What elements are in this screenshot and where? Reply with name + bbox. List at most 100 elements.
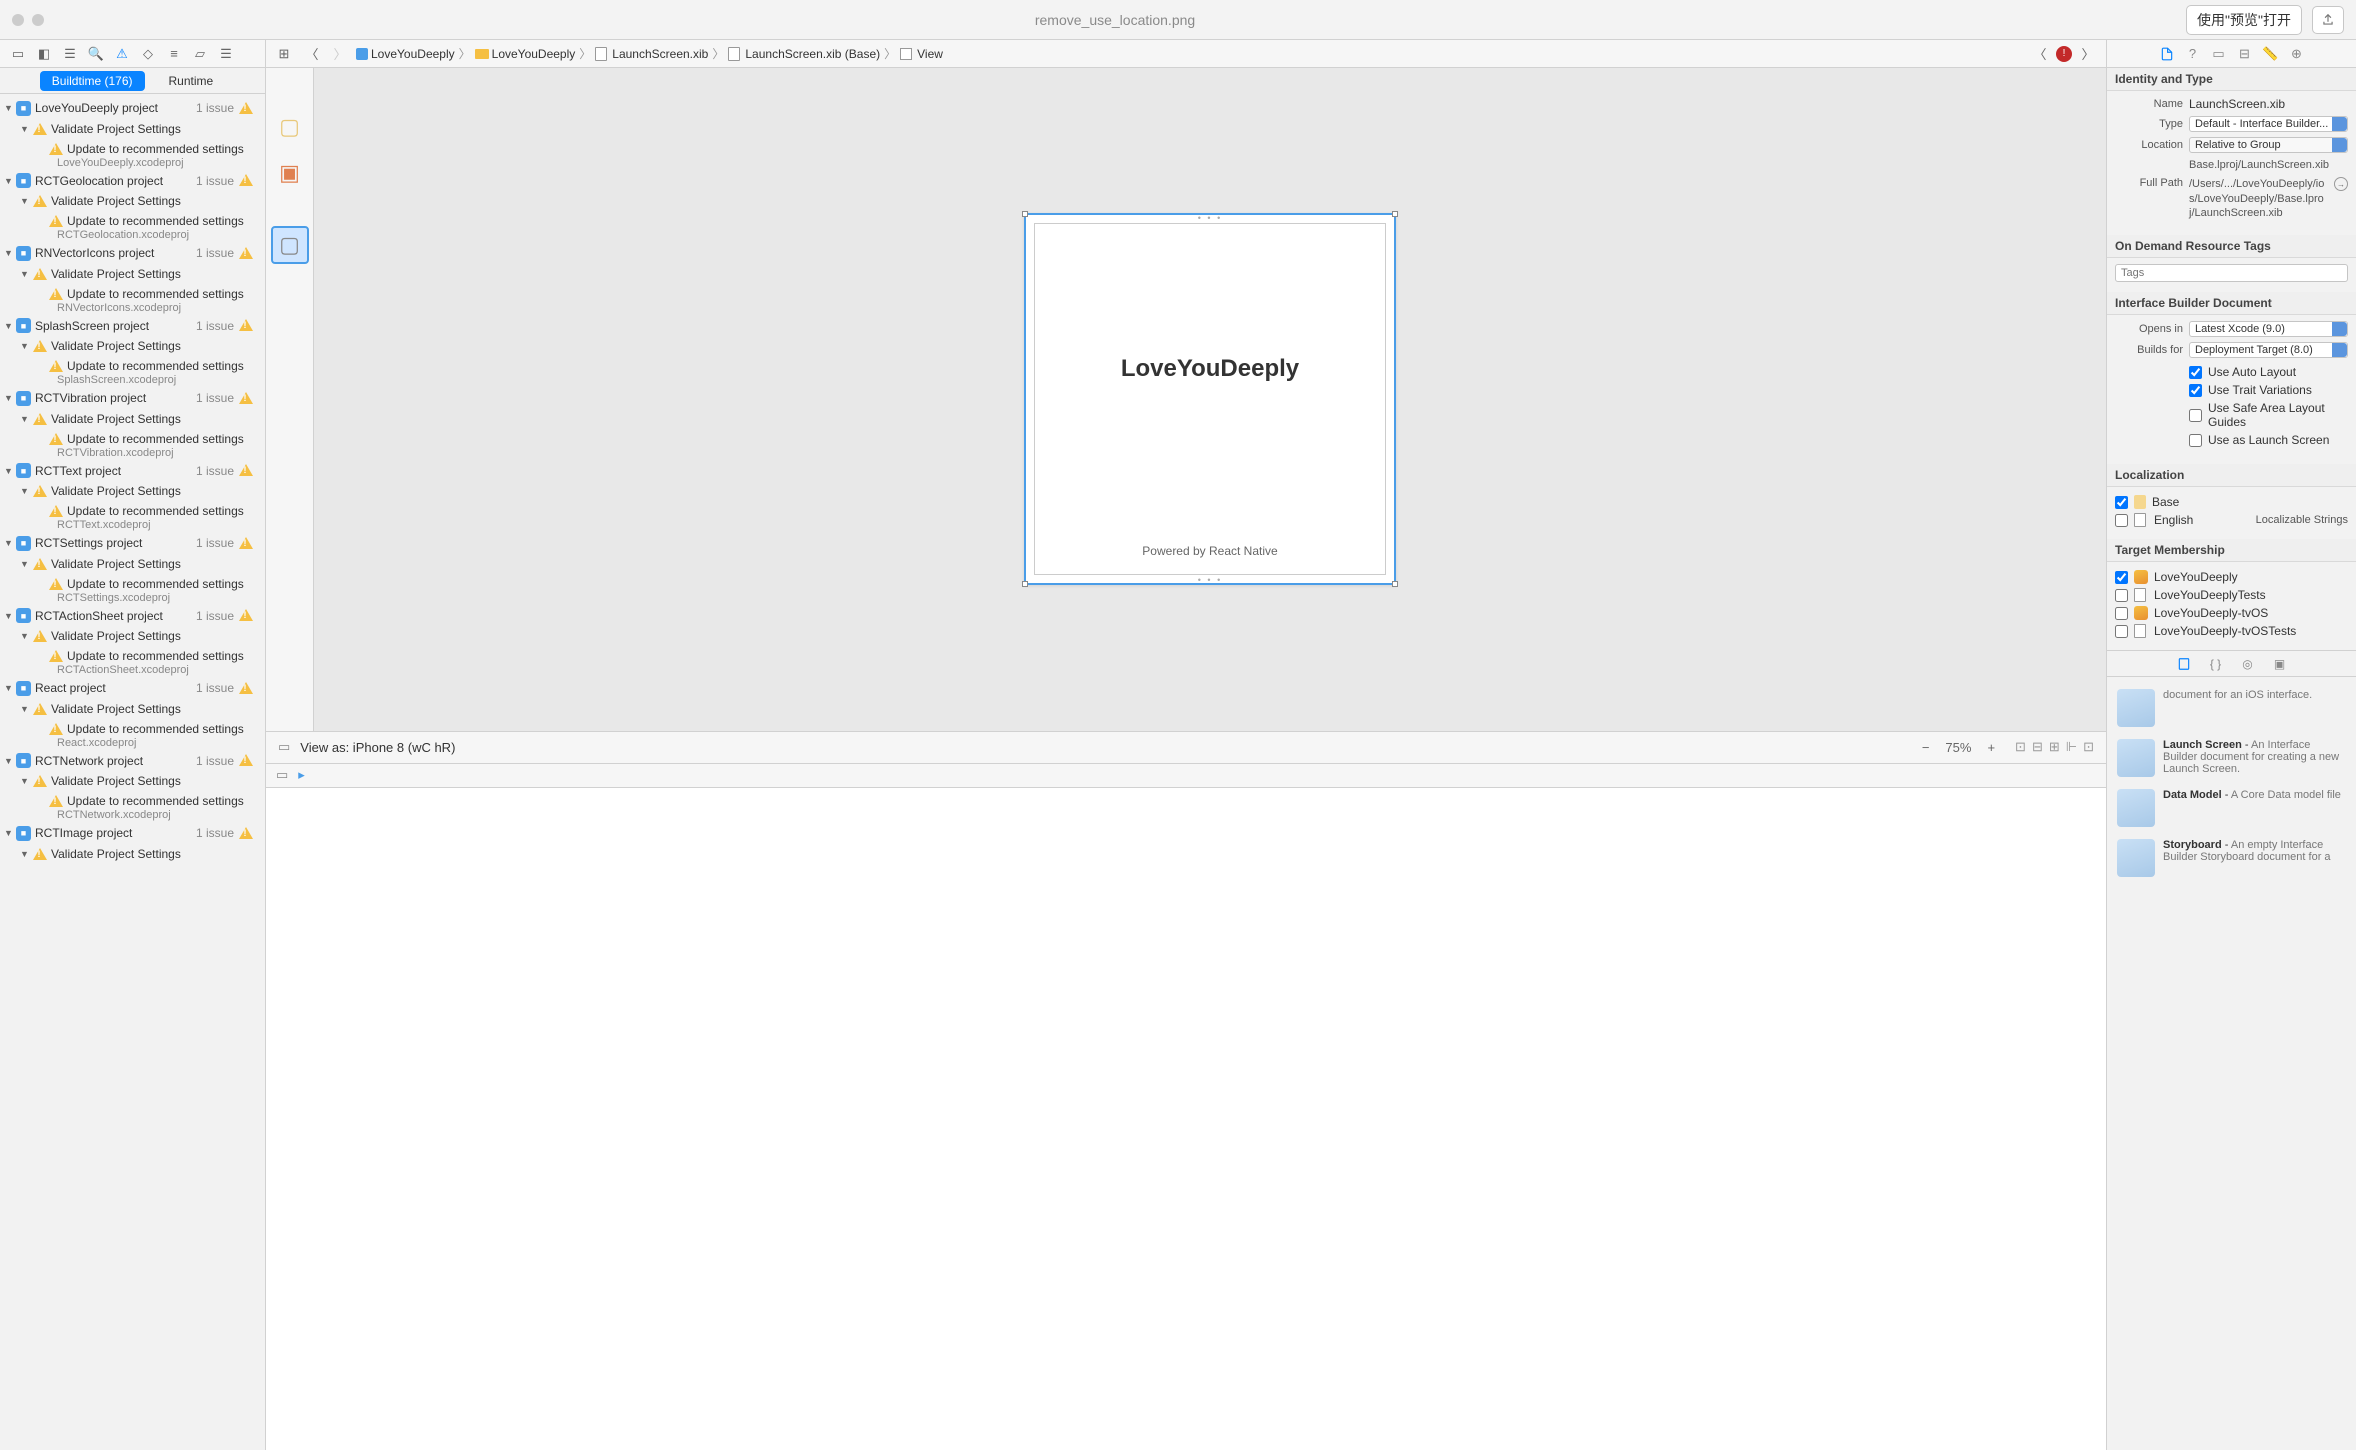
- issue-project[interactable]: ▼■RCTNetwork project1 issue: [0, 751, 265, 772]
- issue-item[interactable]: Update to recommended settings: [0, 574, 265, 594]
- project-navigator-icon[interactable]: ▭: [6, 44, 30, 64]
- symbol-navigator-icon[interactable]: ☰: [58, 44, 82, 64]
- issue-group[interactable]: ▼Validate Project Settings: [0, 264, 265, 284]
- issue-group[interactable]: ▼Validate Project Settings: [0, 336, 265, 356]
- breakpoint-navigator-icon[interactable]: ▱: [188, 44, 212, 64]
- report-navigator-icon[interactable]: ☰: [214, 44, 238, 64]
- zoom-in-button[interactable]: +: [1987, 740, 1995, 755]
- issue-project[interactable]: ▼■React project1 issue: [0, 678, 265, 699]
- library-item[interactable]: document for an iOS interface.: [2113, 683, 2350, 733]
- next-issue-button[interactable]: 〉: [2076, 44, 2100, 64]
- back-button[interactable]: 〈: [300, 44, 324, 64]
- zoom-out-button[interactable]: −: [1922, 740, 1930, 755]
- name-field[interactable]: LaunchScreen.xib: [2189, 97, 2348, 111]
- target-row[interactable]: LoveYouDeeply-tvOS: [2115, 604, 2348, 622]
- issue-item[interactable]: Update to recommended settings: [0, 646, 265, 666]
- jump-bar[interactable]: LoveYouDeeply 〉 LoveYouDeeply 〉 LaunchSc…: [356, 45, 2024, 62]
- outline-file-owner-icon[interactable]: ▣: [271, 154, 309, 192]
- opens-in-select[interactable]: Latest Xcode (9.0): [2189, 321, 2348, 337]
- library-item[interactable]: Data Model - A Core Data model file: [2113, 783, 2350, 833]
- tags-input[interactable]: [2115, 264, 2348, 282]
- library-item[interactable]: Launch Screen - An Interface Builder doc…: [2113, 733, 2350, 783]
- outline-view-icon[interactable]: ▢: [271, 226, 309, 264]
- file-template-library-icon[interactable]: [2175, 655, 2193, 673]
- issue-group[interactable]: ▼Validate Project Settings: [0, 409, 265, 429]
- error-count-badge[interactable]: !: [2056, 46, 2072, 62]
- issue-item[interactable]: Update to recommended settings: [0, 139, 265, 159]
- builds-for-select[interactable]: Deployment Target (8.0): [2189, 342, 2348, 358]
- loc-type-select[interactable]: Localizable Strings: [2256, 514, 2348, 526]
- issue-item[interactable]: Update to recommended settings: [0, 429, 265, 449]
- object-library-icon[interactable]: ◎: [2239, 655, 2257, 673]
- launch-title-label[interactable]: LoveYouDeeply: [1121, 355, 1299, 383]
- issue-project[interactable]: ▼■RCTActionSheet project1 issue: [0, 606, 265, 627]
- share-button[interactable]: [2312, 6, 2344, 34]
- type-select[interactable]: Default - Interface Builder...: [2189, 116, 2348, 132]
- issue-item[interactable]: Update to recommended settings: [0, 501, 265, 521]
- target-row[interactable]: LoveYouDeeplyTests: [2115, 586, 2348, 604]
- media-library-icon[interactable]: ▣: [2271, 655, 2289, 673]
- related-items-icon[interactable]: ⊞: [272, 44, 296, 64]
- connections-inspector-icon[interactable]: ⊕: [2288, 45, 2306, 63]
- outline-placeholder-icon[interactable]: ▢: [271, 108, 309, 146]
- issue-project[interactable]: ▼■RCTImage project1 issue: [0, 823, 265, 844]
- window-controls[interactable]: [12, 14, 44, 26]
- issue-group[interactable]: ▼Validate Project Settings: [0, 844, 265, 864]
- library-item[interactable]: Storyboard - An empty Interface Builder …: [2113, 833, 2350, 883]
- test-navigator-icon[interactable]: ◇: [136, 44, 160, 64]
- size-inspector-icon[interactable]: 📏: [2262, 45, 2280, 63]
- issue-item[interactable]: Update to recommended settings: [0, 356, 265, 376]
- launchscreen-checkbox[interactable]: [2189, 434, 2202, 447]
- find-navigator-icon[interactable]: 🔍: [84, 44, 108, 64]
- resolve-icon[interactable]: ⊩: [2066, 739, 2077, 755]
- issue-project[interactable]: ▼■SplashScreen project1 issue: [0, 316, 265, 337]
- issue-project[interactable]: ▼■RCTSettings project1 issue: [0, 533, 265, 554]
- safearea-checkbox[interactable]: [2189, 409, 2202, 422]
- identity-inspector-icon[interactable]: ▭: [2210, 45, 2228, 63]
- view-as-button[interactable]: View as: iPhone 8 (wC hR): [300, 740, 455, 755]
- issue-project[interactable]: ▼■RCTVibration project1 issue: [0, 388, 265, 409]
- issue-project[interactable]: ▼■RCTText project1 issue: [0, 461, 265, 482]
- issue-group[interactable]: ▼Validate Project Settings: [0, 554, 265, 574]
- interface-builder-canvas[interactable]: • • • • • • LoveYouDeeply Powered by Rea…: [314, 68, 2106, 731]
- issue-item[interactable]: Update to recommended settings: [0, 284, 265, 304]
- outline-toggle-icon[interactable]: ▭: [278, 739, 290, 755]
- close-button[interactable]: [12, 14, 24, 26]
- issue-project[interactable]: ▼■LoveYouDeeply project1 issue: [0, 98, 265, 119]
- issue-item[interactable]: Update to recommended settings: [0, 719, 265, 739]
- attributes-inspector-icon[interactable]: ⊟: [2236, 45, 2254, 63]
- issue-group[interactable]: ▼Validate Project Settings: [0, 771, 265, 791]
- issue-group[interactable]: ▼Validate Project Settings: [0, 119, 265, 139]
- location-select[interactable]: Relative to Group: [2189, 137, 2348, 153]
- runtime-tab[interactable]: Runtime: [157, 71, 226, 91]
- target-row[interactable]: LoveYouDeeply: [2115, 568, 2348, 586]
- align-icon[interactable]: ⊟: [2032, 739, 2043, 755]
- source-control-icon[interactable]: ◧: [32, 44, 56, 64]
- issue-item[interactable]: Update to recommended settings: [0, 211, 265, 231]
- issue-group[interactable]: ▼Validate Project Settings: [0, 626, 265, 646]
- issue-group[interactable]: ▼Validate Project Settings: [0, 699, 265, 719]
- view-object[interactable]: • • • • • • LoveYouDeeply Powered by Rea…: [1024, 213, 1396, 585]
- debug-navigator-icon[interactable]: ≡: [162, 44, 186, 64]
- zoom-level[interactable]: 75%: [1945, 740, 1971, 755]
- trait-checkbox[interactable]: [2189, 384, 2202, 397]
- code-snippet-library-icon[interactable]: { }: [2207, 655, 2225, 673]
- issue-group[interactable]: ▼Validate Project Settings: [0, 481, 265, 501]
- buildtime-tab[interactable]: Buildtime (176): [40, 71, 145, 91]
- console-area[interactable]: [266, 787, 2106, 1450]
- issue-navigator-icon[interactable]: ⚠: [110, 44, 134, 64]
- autolayout-checkbox[interactable]: [2189, 366, 2202, 379]
- launch-subtitle-label[interactable]: Powered by React Native: [1142, 544, 1277, 558]
- prev-issue-button[interactable]: 〈: [2028, 44, 2052, 64]
- forward-button[interactable]: 〉: [328, 44, 352, 64]
- stack-icon[interactable]: ⊡: [2083, 739, 2094, 755]
- open-with-preview-button[interactable]: 使用"预览"打开: [2186, 5, 2302, 35]
- embed-in-icon[interactable]: ⊡: [2015, 739, 2026, 755]
- loc-base-checkbox[interactable]: [2115, 496, 2128, 509]
- pin-icon[interactable]: ⊞: [2049, 739, 2060, 755]
- breakpoint-tag-icon[interactable]: ▸: [298, 767, 305, 783]
- target-row[interactable]: LoveYouDeeply-tvOSTests: [2115, 622, 2348, 640]
- issue-project[interactable]: ▼■RCTGeolocation project1 issue: [0, 171, 265, 192]
- issue-project[interactable]: ▼■RNVectorIcons project1 issue: [0, 243, 265, 264]
- debug-toggle-icon[interactable]: ▭: [276, 767, 288, 783]
